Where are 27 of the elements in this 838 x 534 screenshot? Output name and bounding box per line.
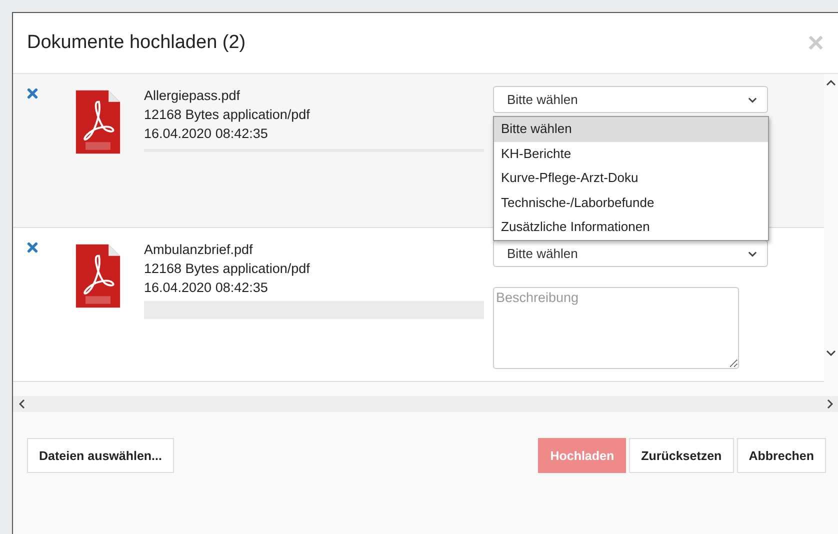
dropdown-option[interactable]: Bitte wählen <box>494 117 768 142</box>
select-files-button[interactable]: Dateien auswählen... <box>27 438 174 473</box>
description-field[interactable]: Beschreibung <box>493 287 739 369</box>
horizontal-scrollbar[interactable] <box>13 396 838 412</box>
dropdown-option[interactable]: KH-Berichte <box>494 142 768 166</box>
file-name: Allergiepass.pdf <box>144 87 242 105</box>
scroll-up-icon[interactable] <box>826 80 836 86</box>
remove-icon[interactable] <box>27 242 38 253</box>
dialog-title: Dokumente hochladen (2) <box>27 32 246 54</box>
scroll-down-icon[interactable] <box>826 350 836 356</box>
file-date: 16.04.2020 08:42:35 <box>144 279 269 297</box>
scroll-left-icon[interactable] <box>19 399 25 409</box>
dropdown-option[interactable]: Zusätzliche Informationen <box>494 215 768 240</box>
file-size: 12168 Bytes application/pdf <box>144 260 311 278</box>
footer-button[interactable]: Abbrechen <box>736 438 826 473</box>
file-name: Ambulanzbrief.pdf <box>144 241 254 259</box>
file-size: 12168 Bytes application/pdf <box>144 106 311 124</box>
caret-icon <box>748 96 757 102</box>
dropdown-option[interactable]: Kurve-Pflege-Arzt-Doku <box>494 166 768 190</box>
caret-icon <box>748 250 757 256</box>
category-select[interactable]: Bitte wählen <box>493 240 768 267</box>
footer-button[interactable]: Zurücksetzen <box>629 438 734 473</box>
dropdown-option[interactable]: Technische-/Laborbefunde <box>494 190 768 215</box>
scroll-right-icon[interactable] <box>827 399 833 409</box>
category-select[interactable]: Bitte wählen <box>493 86 768 113</box>
remove-icon[interactable] <box>27 88 38 99</box>
file-date: 16.04.2020 08:42:35 <box>144 125 269 143</box>
